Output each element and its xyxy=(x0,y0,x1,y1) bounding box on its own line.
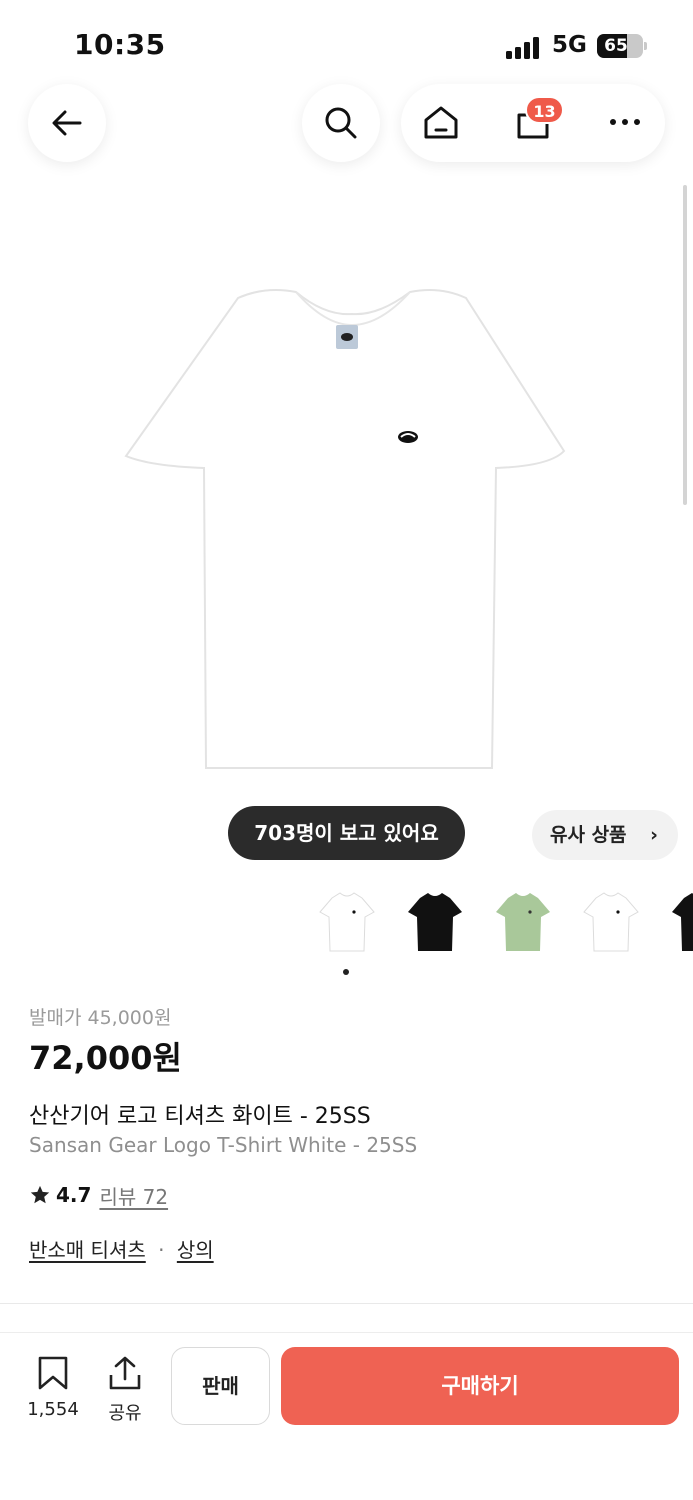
search-button[interactable] xyxy=(302,84,380,162)
search-icon xyxy=(325,107,357,139)
status-bar: 10:35 5G 65 xyxy=(0,0,693,86)
buy-button[interactable]: 구매하기 xyxy=(281,1347,679,1425)
color-thumbnail-strip xyxy=(312,884,693,960)
chevron-right-icon: › xyxy=(650,824,658,846)
category-separator: · xyxy=(158,1238,165,1262)
similar-products-button[interactable]: 유사 상품 › xyxy=(532,810,678,860)
product-name-english: Sansan Gear Logo T-Shirt White - 25SS xyxy=(29,1133,418,1157)
battery-icon: 65 xyxy=(597,34,643,58)
product-name-korean: 산산기어 로고 티셔츠 화이트 - 25SS xyxy=(29,1104,371,1129)
cellular-signal-icon xyxy=(506,37,542,59)
reviews-link[interactable]: 리뷰 72 xyxy=(99,1181,168,1210)
bookmark-count: 1,554 xyxy=(27,1399,79,1420)
arrow-left-icon xyxy=(52,110,82,136)
star-icon xyxy=(30,1185,50,1204)
status-time: 10:35 xyxy=(74,28,166,61)
similar-products-label: 유사 상품 xyxy=(550,824,627,846)
share-icon xyxy=(109,1356,141,1390)
thumbnail-black-2[interactable] xyxy=(664,884,693,960)
scroll-indicator xyxy=(683,185,687,505)
share-label: 공유 xyxy=(108,1403,142,1424)
gallery-pagination-dot xyxy=(343,969,349,975)
rating-value: 4.7 xyxy=(56,1183,92,1207)
release-price: 발매가 45,000원 xyxy=(29,1007,172,1029)
thumbnail-sage-green[interactable] xyxy=(488,884,558,960)
bookmark-button[interactable]: 1,554 xyxy=(18,1355,88,1420)
home-icon[interactable] xyxy=(422,103,460,141)
battery-level: 65 xyxy=(604,36,628,56)
sell-button[interactable]: 판매 xyxy=(171,1347,270,1425)
bookmark-icon xyxy=(38,1356,68,1390)
network-type: 5G xyxy=(552,32,587,58)
battery-cap xyxy=(644,42,647,50)
section-divider xyxy=(0,1303,693,1304)
viewers-count-pill: 703명이 보고 있어요 xyxy=(228,806,465,860)
cart-count-badge: 13 xyxy=(525,96,564,124)
thumbnail-white[interactable] xyxy=(312,884,382,960)
thumbnail-white-2[interactable] xyxy=(576,884,646,960)
category-breadcrumb: 반소매 티셔츠 · 상의 xyxy=(29,1234,214,1263)
thumbnail-black[interactable] xyxy=(400,884,470,960)
rating-row: 4.7 리뷰 72 xyxy=(29,1181,168,1209)
back-button[interactable] xyxy=(28,84,106,162)
category-link-tops[interactable]: 상의 xyxy=(177,1238,214,1262)
product-image[interactable] xyxy=(120,285,572,770)
more-horizontal-icon[interactable] xyxy=(607,113,643,131)
category-link-short-sleeve[interactable]: 반소매 티셔츠 xyxy=(29,1238,146,1262)
current-price: 72,000원 xyxy=(29,1039,182,1077)
share-button[interactable]: 공유 xyxy=(98,1355,152,1425)
